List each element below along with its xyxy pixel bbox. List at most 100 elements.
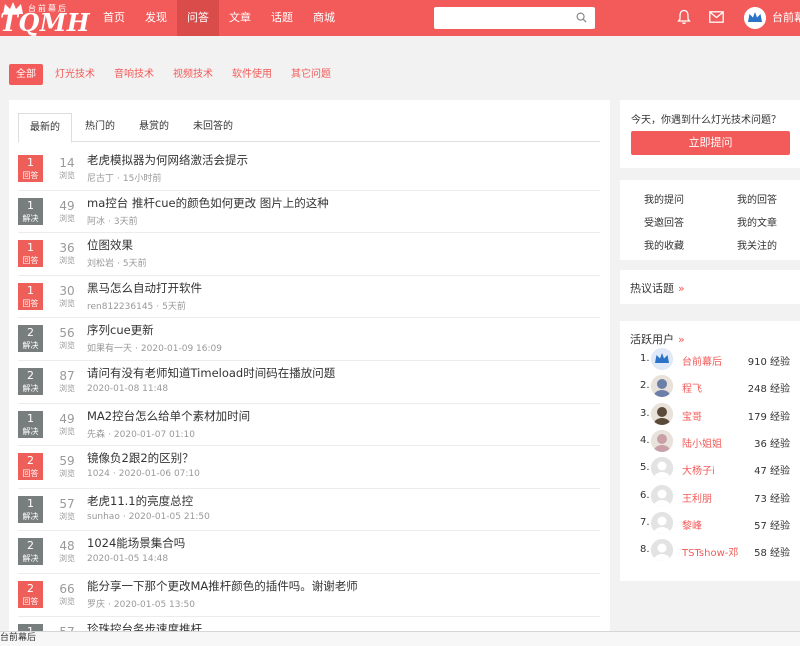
- view-counter: 49 浏览: [55, 412, 79, 437]
- question-meta: 2020-01-08 11:48: [87, 384, 168, 394]
- question-time: 2020-01-09 16:09: [140, 344, 222, 355]
- question-author[interactable]: 先森: [87, 430, 105, 440]
- avatar[interactable]: [651, 484, 673, 507]
- question-author[interactable]: 尼古丁: [87, 174, 114, 184]
- question-meta: 2020-01-05 14:48: [87, 554, 168, 564]
- answer-state: 解决: [22, 554, 39, 564]
- site-logo[interactable]: 台前幕后 TQMH: [0, 0, 90, 36]
- avatar[interactable]: [651, 539, 673, 562]
- current-user-name[interactable]: 台前幕后: [772, 0, 800, 36]
- answer-state: 回答: [22, 469, 39, 479]
- nav-articles[interactable]: 文章: [219, 0, 261, 36]
- tab-unanswered[interactable]: 未回答的: [182, 113, 244, 142]
- question-row: 2 回答 59 浏览 镜像负2跟2的区别？ 1024 · 2020-01-06 07:10: [18, 446, 600, 489]
- answer-count-badge: 2 回答: [18, 580, 43, 608]
- category-audio[interactable]: 音响技术: [107, 64, 161, 85]
- question-time: 2020-01-05 13:50: [113, 599, 195, 610]
- answer-count-badge: 2 解决: [18, 367, 43, 395]
- user-experience: 910 经验: [747, 357, 790, 368]
- question-title[interactable]: ma控台 推杆cue的颜色如何更改 图片上的这种: [87, 195, 329, 211]
- category-all[interactable]: 全部: [9, 64, 43, 85]
- link-my-articles[interactable]: 我的文章: [737, 214, 777, 229]
- question-title[interactable]: 请问有没有老师知道Timeload时间码在播放问题: [87, 365, 335, 381]
- tab-hot[interactable]: 热门的: [74, 113, 126, 142]
- view-count: 59: [59, 454, 75, 469]
- question-author[interactable]: ren812236145: [87, 302, 153, 312]
- question-time: 2020-01-05 21:50: [128, 511, 210, 522]
- category-other[interactable]: 其它问题: [284, 64, 338, 85]
- user-experience: 73 经验: [754, 493, 790, 505]
- active-user-name[interactable]: 程飞: [682, 380, 702, 395]
- search-icon[interactable]: [576, 12, 587, 23]
- link-invited-answers[interactable]: 受邀回答: [644, 214, 684, 229]
- question-list: 1 回答 14 浏览 老虎模拟器为何网络激活会提示 尼古丁 · 15小时前 1 解决 49 浏览 ma控…: [18, 148, 600, 646]
- bell-icon[interactable]: [677, 9, 691, 25]
- question-row: 1 解决 49 浏览 MA2控台怎么给单个素材加时间 先森 · 2020-01-07 01:1…: [18, 404, 600, 447]
- view-count: 30: [59, 283, 75, 298]
- search-input[interactable]: [440, 10, 570, 26]
- question-title[interactable]: 老虎模拟器为何网络激活会提示: [87, 152, 248, 168]
- active-user-name[interactable]: 台前幕后: [682, 353, 722, 368]
- active-user-name[interactable]: 黎峰: [682, 517, 702, 532]
- category-software[interactable]: 软件使用: [225, 64, 279, 85]
- ask-question-button[interactable]: 立即提问: [631, 131, 790, 155]
- link-my-following[interactable]: 我关注的: [737, 237, 777, 252]
- question-row: 1 解决 49 浏览 ma控台 推杆cue的颜色如何更改 图片上的这种 阿冰 · 3天前: [18, 191, 600, 234]
- question-row: 2 解决 87 浏览 请问有没有老师知道Timeload时间码在播放问题 2020-01-…: [18, 361, 600, 404]
- mail-icon[interactable]: [709, 11, 724, 23]
- avatar[interactable]: [651, 348, 673, 370]
- question-title[interactable]: 能分享一下那个更改MA推杆颜色的插件吗。谢谢老师: [87, 578, 358, 594]
- answer-count: 2: [27, 581, 34, 595]
- active-user-name[interactable]: 大杨子i: [682, 462, 715, 477]
- question-author[interactable]: 1024: [87, 469, 110, 479]
- active-user-name[interactable]: TSTshow-邓: [682, 544, 738, 559]
- active-user-row: 2. 程飞 248 经验: [640, 375, 790, 399]
- category-lighting[interactable]: 灯光技术: [48, 64, 102, 85]
- link-my-favorites[interactable]: 我的收藏: [644, 237, 684, 252]
- nav-discover[interactable]: 发现: [135, 0, 177, 36]
- answer-state: 解决: [22, 341, 39, 351]
- active-user-row: 8. TSTshow-邓 58 经验: [640, 539, 790, 563]
- active-user-name[interactable]: 宝哥: [682, 408, 702, 423]
- view-label: 浏览: [59, 554, 75, 564]
- question-title[interactable]: 镜像负2跟2的区别？: [87, 450, 194, 466]
- tab-bounty[interactable]: 悬赏的: [128, 113, 180, 142]
- link-my-questions[interactable]: 我的提问: [644, 191, 684, 206]
- avatar[interactable]: [651, 457, 673, 480]
- question-author[interactable]: sunhao: [87, 512, 120, 522]
- question-title[interactable]: 老虎11.1的亮度总控: [87, 493, 193, 509]
- category-video[interactable]: 视频技术: [166, 64, 220, 85]
- question-author[interactable]: 阿冰: [87, 217, 105, 227]
- active-user-name[interactable]: 王利朋: [682, 490, 712, 505]
- question-title[interactable]: 序列cue更新: [87, 322, 154, 338]
- nav-qa[interactable]: 问答: [177, 0, 219, 36]
- nav-home[interactable]: 首页: [93, 0, 135, 36]
- nav-shop[interactable]: 商城: [303, 0, 345, 36]
- question-title[interactable]: MA2控台怎么给单个素材加时间: [87, 408, 250, 424]
- question-author[interactable]: 如果有一天: [87, 344, 132, 354]
- question-row: 2 解决 56 浏览 序列cue更新 如果有一天 · 2020-01-09 16:09: [18, 318, 600, 361]
- link-my-answers[interactable]: 我的回答: [737, 191, 777, 206]
- question-title[interactable]: 位图效果: [87, 237, 133, 253]
- avatar[interactable]: [651, 511, 673, 534]
- question-author[interactable]: 刘松岩: [87, 259, 114, 269]
- active-user-name[interactable]: 陆小姐姐: [682, 435, 722, 450]
- avatar[interactable]: [651, 375, 673, 398]
- view-count: 36: [59, 241, 75, 256]
- active-user-row: 7. 黎峰 57 经验: [640, 511, 790, 536]
- question-author[interactable]: 罗庆: [87, 600, 105, 610]
- answer-count-badge: 1解决: [18, 410, 43, 438]
- hot-topics-heading[interactable]: 热议话题 »: [630, 280, 685, 296]
- active-user-row: 3. 宝哥 179 经验: [640, 402, 790, 427]
- question-time: 2020-01-06 07:10: [118, 469, 200, 480]
- avatar[interactable]: [651, 402, 673, 425]
- avatar[interactable]: [651, 429, 673, 452]
- user-avatar[interactable]: [744, 7, 766, 29]
- question-title[interactable]: 1024能场景集合吗: [87, 535, 185, 551]
- active-users-heading[interactable]: 活跃用户 »: [630, 331, 685, 347]
- nav-topics[interactable]: 话题: [261, 0, 303, 36]
- view-counter: 87 浏览: [55, 369, 79, 394]
- tab-latest[interactable]: 最新的: [18, 113, 72, 143]
- view-counter: 30 浏览: [55, 284, 79, 309]
- question-title[interactable]: 黑马怎么自动打开软件: [87, 280, 202, 296]
